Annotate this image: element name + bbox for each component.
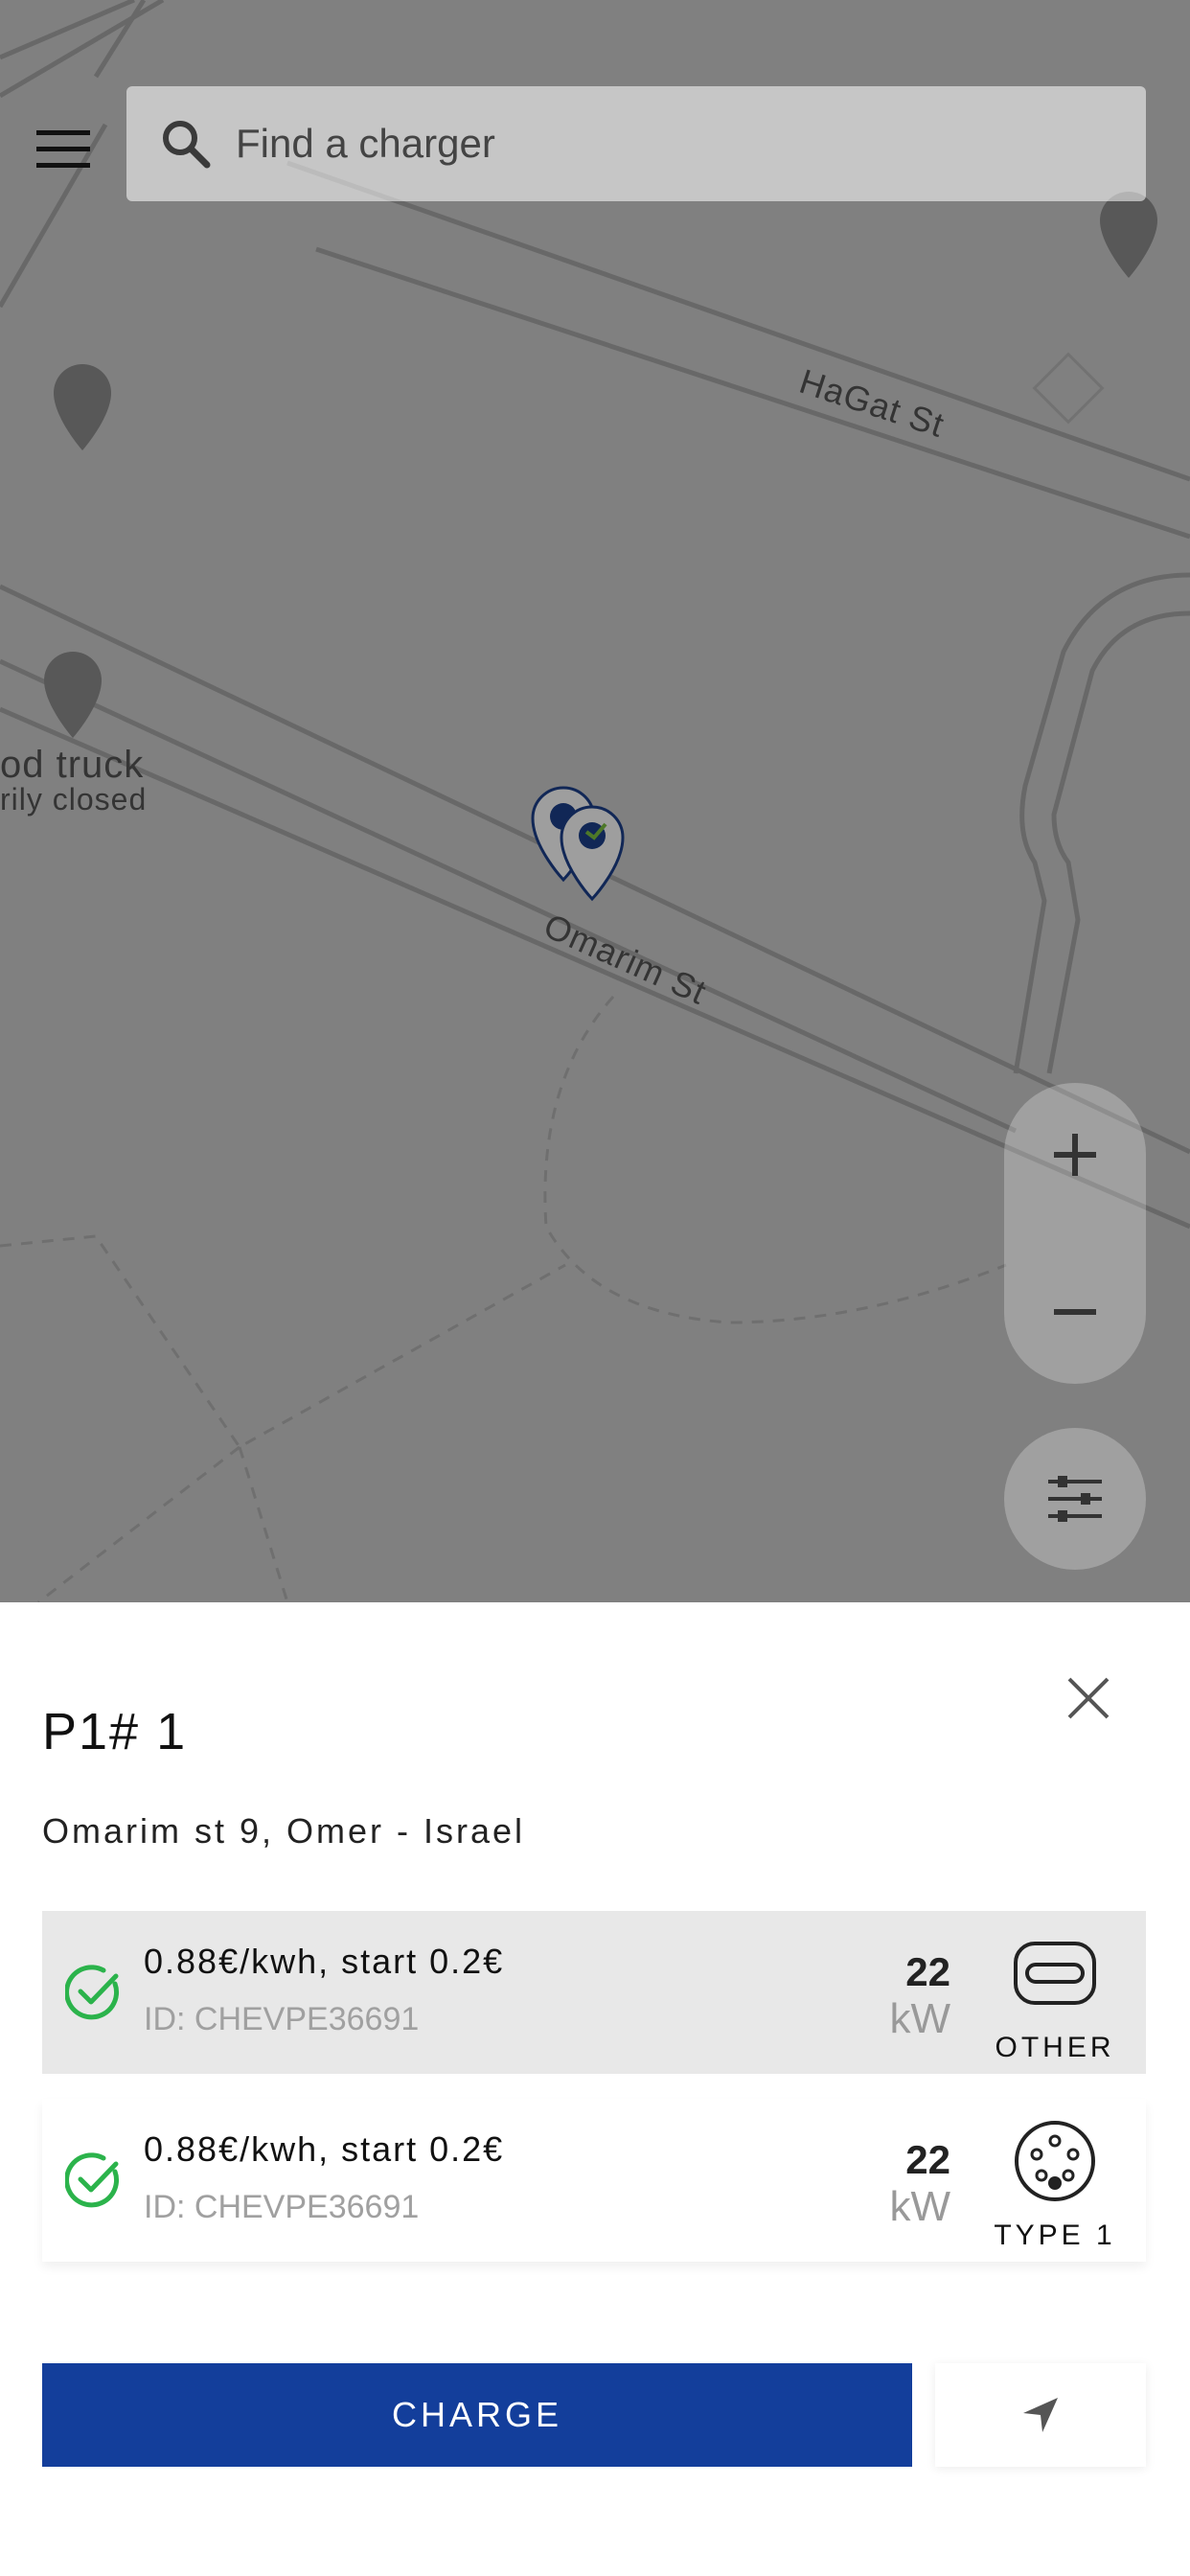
plug-other-icon (1014, 1942, 1096, 2005)
close-button[interactable] (1060, 1669, 1117, 1727)
connector-type-label: TYPE 1 (994, 2220, 1116, 2251)
station-address: Omarim st 9, Omer - Israel (42, 1811, 526, 1851)
plus-icon (1054, 1134, 1096, 1176)
connector-row-type1[interactable]: 0.88€/kwh, start 0.2€ ID: CHEVPE36691 22… (42, 2099, 1146, 2262)
connector-price: 0.88€/kwh, start 0.2€ (144, 1942, 505, 1981)
connector-id: ID: CHEVPE36691 (144, 2189, 420, 2225)
poi-label-line2: rily closed (0, 782, 148, 816)
filter-button[interactable] (1004, 1428, 1146, 1570)
minus-icon (1054, 1309, 1096, 1315)
close-icon (1067, 1677, 1110, 1719)
charger-pin-icon (531, 786, 625, 902)
connector-power-unit: kW (889, 2183, 950, 2230)
check-circle-icon (65, 2152, 120, 2208)
connector-power-value: 22 (905, 1949, 950, 1994)
connector-price: 0.88€/kwh, start 0.2€ (144, 2129, 505, 2169)
zoom-out-button[interactable] (1004, 1240, 1146, 1384)
plug-type1-icon (1015, 2121, 1095, 2201)
check-circle-icon (65, 1965, 120, 2020)
zoom-in-button[interactable] (1004, 1083, 1146, 1227)
search-input[interactable] (234, 120, 1100, 168)
connector-power-unit: kW (889, 1995, 950, 2042)
menu-button[interactable] (29, 115, 98, 184)
zoom-controls (1004, 1083, 1146, 1384)
station-title: P1# 1 (42, 1703, 188, 1760)
navigate-button[interactable] (935, 2363, 1146, 2467)
connector-power-value: 22 (905, 2137, 950, 2182)
connector-type-label: OTHER (995, 2032, 1115, 2063)
filter-icon (1048, 1476, 1102, 1522)
search-icon (163, 121, 211, 169)
menu-icon (36, 130, 90, 168)
charge-button[interactable]: CHARGE (42, 2363, 912, 2467)
connector-row-other[interactable]: 0.88€/kwh, start 0.2€ ID: CHEVPE36691 22… (42, 1911, 1146, 2074)
navigate-icon (1023, 2398, 1058, 2432)
search-bar[interactable] (126, 86, 1146, 201)
connector-id: ID: CHEVPE36691 (144, 2001, 420, 2037)
poi-label-line1: od truck (0, 744, 145, 786)
